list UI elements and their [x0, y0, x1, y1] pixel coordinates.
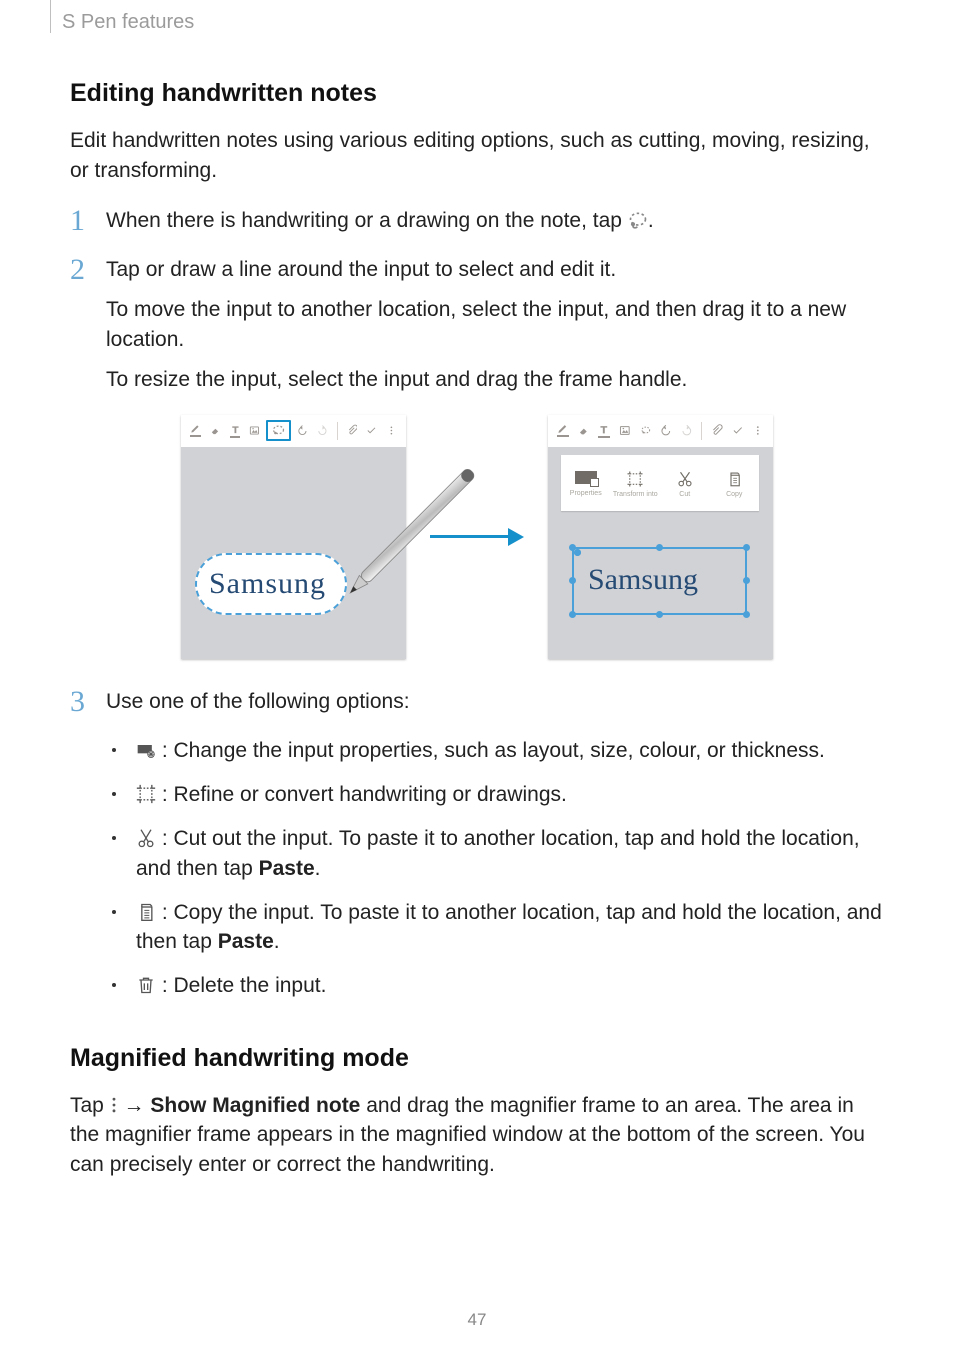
- trash-icon: [136, 975, 156, 995]
- more-icon: [386, 423, 397, 438]
- step-number: 2: [70, 249, 85, 292]
- step-number: 3: [70, 681, 85, 724]
- context-transform: Transform into: [611, 455, 661, 511]
- context-cut: Cut: [660, 455, 710, 511]
- image-icon: [619, 423, 631, 438]
- lasso-tool-selected: [266, 420, 291, 441]
- undo-icon: [660, 423, 672, 438]
- text-icon: [598, 423, 610, 438]
- attach-icon: [711, 423, 723, 438]
- transform-icon: [136, 784, 156, 804]
- pen-icon: [190, 422, 201, 437]
- undo-icon: [297, 423, 308, 438]
- context-properties: Properties: [561, 455, 611, 511]
- check-icon: [366, 423, 377, 438]
- step-2-text-b: To move the input to another location, s…: [106, 295, 884, 355]
- lasso-select-icon: [640, 423, 652, 438]
- image-icon: [249, 423, 260, 438]
- context-copy: Copy: [710, 455, 760, 511]
- intro-paragraph: Edit handwritten notes using various edi…: [70, 126, 884, 186]
- step-1-text-a: When there is handwriting or a drawing o…: [106, 209, 628, 232]
- bullet-properties: : Change the input properties, such as l…: [106, 736, 884, 766]
- text-icon: [230, 423, 241, 438]
- illustration-left: Samsung: [181, 415, 406, 659]
- lasso-select-icon: [628, 210, 648, 230]
- pen-icon: [557, 422, 569, 437]
- stylus-illustration: [320, 452, 490, 622]
- separator: [701, 422, 702, 440]
- step-2-text-a: Tap or draw a line around the input to s…: [106, 255, 884, 285]
- more-icon: [752, 423, 764, 438]
- step-2: 2 Tap or draw a line around the input to…: [70, 255, 884, 394]
- lasso-select-icon: [271, 423, 286, 438]
- eraser-icon: [210, 423, 221, 438]
- bullet-delete: : Delete the input.: [106, 971, 884, 1001]
- context-toolbar: Properties Transform into Cut Copy: [561, 455, 759, 511]
- bullet-cut: : Cut out the input. To paste it to anot…: [106, 824, 884, 884]
- lasso-selection: Samsung: [195, 545, 360, 633]
- copy-icon: [725, 470, 743, 488]
- bullet-copy: : Copy the input. To paste it to another…: [106, 898, 884, 958]
- redo-icon: [317, 423, 328, 438]
- section-title-editing: Editing handwritten notes: [70, 76, 884, 112]
- illustration-right: Properties Transform into Cut Copy Samsu…: [548, 415, 773, 659]
- magnified-paragraph: Tap → Show Magnified note and drag the m…: [70, 1091, 884, 1180]
- step-3-text: Use one of the following options:: [106, 687, 884, 717]
- transform-icon: [626, 470, 644, 488]
- attach-icon: [347, 423, 358, 438]
- page-number: 47: [0, 1308, 954, 1332]
- step-1-text-b: .: [648, 209, 654, 232]
- scissors-icon: [676, 470, 694, 488]
- step-1: 1 When there is handwriting or a drawing…: [70, 206, 884, 236]
- properties-icon: [575, 471, 597, 484]
- more-icon: [110, 1095, 118, 1115]
- section-title-magnified: Magnified handwriting mode: [70, 1041, 884, 1077]
- note-toolbar: [181, 415, 406, 447]
- illustration-row: Samsung: [70, 415, 884, 659]
- separator: [337, 422, 338, 440]
- properties-icon: [136, 740, 156, 760]
- eraser-icon: [578, 423, 590, 438]
- scissors-icon: [136, 828, 156, 848]
- check-icon: [732, 423, 744, 438]
- note-toolbar: [548, 415, 773, 447]
- step-2-text-c: To resize the input, select the input an…: [106, 365, 884, 395]
- bullet-transform: : Refine or convert handwriting or drawi…: [106, 780, 884, 810]
- handwriting-sample: Samsung: [209, 563, 326, 606]
- copy-icon: [136, 902, 156, 922]
- step-number: 1: [70, 200, 85, 243]
- selection-box: Samsung: [572, 547, 747, 615]
- breadcrumb: S Pen features: [62, 8, 884, 36]
- redo-icon: [681, 423, 693, 438]
- handwriting-sample: Samsung: [588, 559, 698, 602]
- step-3: 3 Use one of the following options:: [70, 687, 884, 717]
- header-separator: [50, 0, 51, 33]
